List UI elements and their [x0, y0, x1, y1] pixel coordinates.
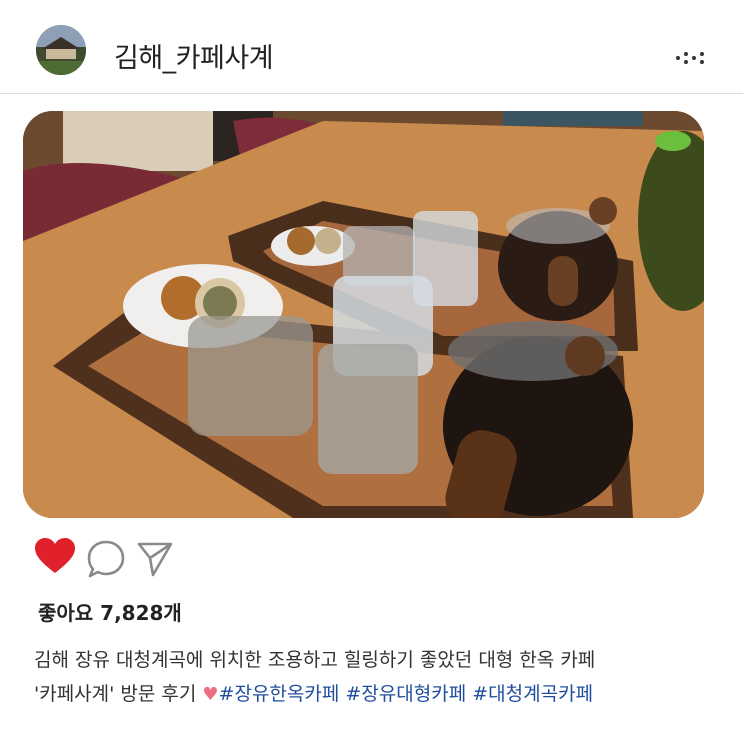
- author-avatar[interactable]: [36, 25, 86, 75]
- hashtag-link[interactable]: #대청계곡카페: [472, 683, 593, 705]
- more-dots-icon[interactable]: [670, 48, 714, 68]
- header-divider: [0, 93, 743, 94]
- caption-line-1: 김해 장유 대청계곡에 위치한 조용하고 힐링하기 좋았던 대형 한옥 카페: [34, 649, 596, 671]
- heart-icon[interactable]: [34, 538, 76, 580]
- post-header: 김해_카페사계: [0, 0, 743, 93]
- hashtag-link[interactable]: #장유한옥카페: [219, 683, 340, 705]
- heart-emoji-icon: ♥: [202, 684, 219, 705]
- comment-bubble-icon[interactable]: [86, 539, 126, 583]
- caption-text: '카페사계' 방문 후기: [34, 683, 203, 705]
- caption-line-2: '카페사계' 방문 후기 ♥#장유한옥카페 #장유대형카페 #대청계곡카페: [34, 677, 724, 712]
- post-caption: 김해 장유 대청계곡에 위치한 조용하고 힐링하기 좋았던 대형 한옥 카페 '…: [34, 643, 724, 712]
- hashtag-link[interactable]: #장유대형카페: [345, 683, 466, 705]
- paper-plane-icon[interactable]: [136, 540, 174, 582]
- likes-count[interactable]: 좋아요 7,828개: [38, 597, 182, 626]
- author-username[interactable]: 김해_카페사계: [114, 36, 274, 75]
- post-photo[interactable]: [23, 111, 704, 518]
